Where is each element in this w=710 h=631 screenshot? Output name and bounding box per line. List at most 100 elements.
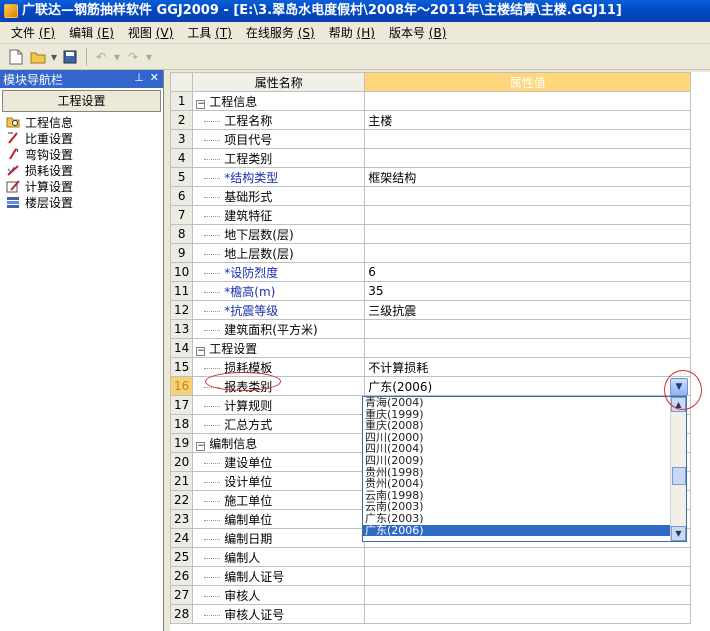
property-value-cell[interactable]: 35 (364, 281, 692, 301)
dropdown-scrollbar[interactable]: ▲ ▼ (670, 397, 686, 541)
row-number: 27 (169, 585, 194, 605)
table-row[interactable]: 28 审核人证号 (169, 604, 692, 624)
nav-list: 工程信息 比重设置 弯钩设置 损耗设置 计算设置 楼层设置 (0, 112, 163, 210)
pin-icon[interactable]: ⊥ (134, 71, 144, 84)
menu-tools-key: (T) (215, 25, 232, 40)
property-name: 建筑特征 (224, 208, 273, 223)
nav-item-calc-settings[interactable]: 计算设置 (0, 178, 163, 194)
property-value-cell[interactable] (364, 205, 692, 225)
scroll-thumb[interactable] (672, 467, 686, 485)
property-name-cell: 施工单位 (192, 490, 366, 510)
row-number: 15 (169, 357, 194, 377)
undo-dropdown-icon[interactable]: ▾ (113, 47, 121, 67)
table-row[interactable]: 7 建筑特征 (169, 205, 692, 225)
nav-item-weight-settings[interactable]: 比重设置 (0, 130, 163, 146)
table-row[interactable]: 14− 工程设置 (169, 338, 692, 358)
property-value-cell[interactable] (364, 604, 692, 624)
menu-online[interactable]: 在线服务 (S) (239, 23, 322, 43)
tree-line (204, 215, 221, 217)
open-folder-icon[interactable] (28, 47, 48, 67)
property-name: 编制单位 (224, 512, 273, 527)
menu-tools[interactable]: 工具 (T) (180, 23, 239, 43)
nav-item-floor-settings[interactable]: 楼层设置 (0, 194, 163, 210)
table-row[interactable]: 6 基础形式 (169, 186, 692, 206)
property-value-cell[interactable]: 主楼 (364, 110, 692, 130)
redo-dropdown-icon[interactable]: ▾ (145, 47, 153, 67)
collapse-icon[interactable]: − (196, 99, 206, 109)
property-value-cell[interactable]: 三级抗震 (364, 300, 692, 320)
property-name-cell: *结构类型 (192, 167, 366, 187)
property-value-cell[interactable] (364, 129, 692, 149)
nav-item-project-info[interactable]: 工程信息 (0, 114, 163, 130)
property-value-cell[interactable] (364, 243, 692, 263)
menu-help[interactable]: 帮助 (H) (322, 23, 382, 43)
save-icon[interactable] (60, 47, 80, 67)
dropdown-option[interactable]: 四川(2009) (363, 455, 686, 467)
collapse-icon[interactable]: − (196, 441, 206, 451)
property-value-cell[interactable] (364, 547, 692, 567)
table-row[interactable]: 4 工程类别 (169, 148, 692, 168)
table-row[interactable]: 27 审核人 (169, 585, 692, 605)
menu-version[interactable]: 版本号 (B) (382, 23, 453, 43)
nav-item-hook-settings[interactable]: 弯钩设置 (0, 146, 163, 162)
calc-settings-icon (6, 179, 20, 193)
property-name: 编制人 (224, 550, 261, 565)
menu-edit[interactable]: 编辑 (E) (62, 23, 121, 43)
chevron-down-icon[interactable]: ▾ (50, 47, 58, 67)
dropdown-option[interactable]: 广东(2006) (363, 524, 686, 537)
property-value-cell[interactable]: 广东(2006) (364, 376, 692, 396)
table-row[interactable]: 1− 工程信息 (169, 91, 692, 111)
table-row[interactable]: 8 地下层数(层) (169, 224, 692, 244)
table-row[interactable]: 25 编制人 (169, 547, 692, 567)
property-name-cell: 工程名称 (192, 110, 366, 130)
property-value-cell[interactable] (364, 585, 692, 605)
row-number: 1 (169, 91, 194, 111)
dropdown-option[interactable]: 广东(2003) (363, 513, 686, 525)
table-row[interactable]: 2 工程名称 主楼 (169, 110, 692, 130)
table-row[interactable]: 3 项目代号 (169, 129, 692, 149)
property-value-cell[interactable] (364, 338, 692, 358)
tree-line (204, 310, 221, 312)
row-number: 8 (169, 224, 194, 244)
property-name-cell: 设计单位 (192, 471, 366, 491)
property-name-cell: 基础形式 (192, 186, 366, 206)
undo-icon[interactable]: ↶ (91, 47, 111, 67)
scroll-down-icon[interactable]: ▼ (671, 526, 686, 541)
redo-icon[interactable]: ↷ (123, 47, 143, 67)
table-row[interactable]: 5 *结构类型 框架结构 (169, 167, 692, 187)
property-value-cell[interactable]: 框架结构 (364, 167, 692, 187)
property-value-cell[interactable] (364, 566, 692, 586)
property-value-cell[interactable] (364, 91, 692, 111)
menu-file[interactable]: 文件 (F) (4, 23, 62, 43)
property-value-cell[interactable]: 6 (364, 262, 692, 282)
collapse-icon[interactable]: − (196, 346, 206, 356)
property-value-cell[interactable] (364, 148, 692, 168)
close-icon[interactable]: ✕ (150, 71, 159, 84)
new-file-icon[interactable] (6, 47, 26, 67)
dropdown-option[interactable]: 青海(2004) (363, 397, 686, 409)
nav-tab-project-settings[interactable]: 工程设置 (2, 90, 161, 112)
property-value-cell[interactable] (364, 319, 692, 339)
property-value-cell[interactable] (364, 186, 692, 206)
row-number: 21 (169, 471, 194, 491)
hook-settings-icon (6, 147, 20, 161)
table-row[interactable]: 13 建筑面积(平方米) (169, 319, 692, 339)
tree-line (204, 253, 221, 255)
table-row[interactable]: 11 *檐高(m) 35 (169, 281, 692, 301)
property-name-cell: *檐高(m) (192, 281, 366, 301)
table-row[interactable]: 10 *设防烈度 6 (169, 262, 692, 282)
nav-item-label: 楼层设置 (25, 195, 74, 210)
menu-view[interactable]: 视图 (V) (121, 23, 180, 43)
table-row[interactable]: 12 *抗震等级 三级抗震 (169, 300, 692, 320)
property-name: 工程设置 (209, 341, 258, 356)
property-name: 编制信息 (209, 436, 258, 451)
table-row[interactable]: 26 编制人证号 (169, 566, 692, 586)
nav-item-loss-settings[interactable]: 损耗设置 (0, 162, 163, 178)
property-value-cell[interactable]: 不计算损耗 (364, 357, 692, 377)
table-row[interactable]: 9 地上层数(层) (169, 243, 692, 263)
property-value-cell[interactable] (364, 224, 692, 244)
dropdown-option[interactable]: 贵州(2004) (363, 478, 686, 490)
menu-tools-label: 工具 (187, 25, 212, 40)
property-name: 计算规则 (224, 398, 273, 413)
report-type-dropdown-list[interactable]: 青海(2004) 重庆(1999) 重庆(2008) 四川(2000) 四川(2004)… (362, 396, 687, 542)
